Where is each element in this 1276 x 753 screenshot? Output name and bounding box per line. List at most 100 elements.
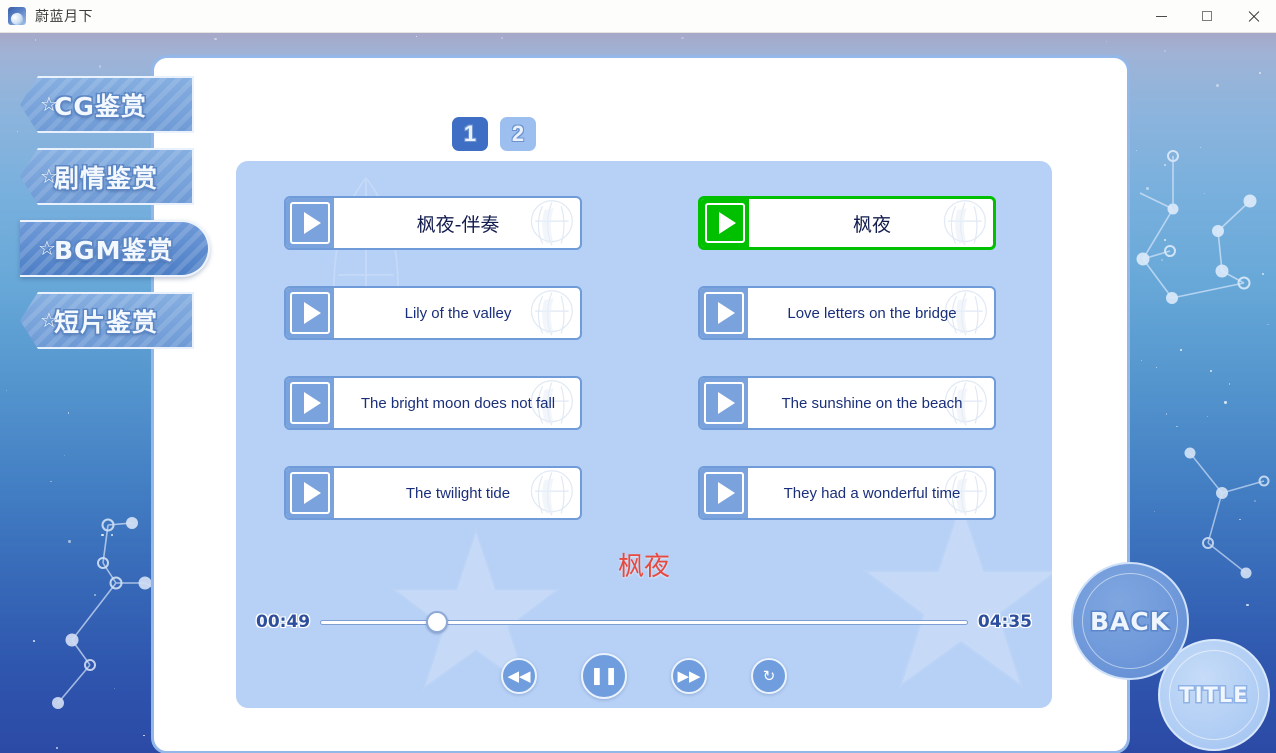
star-dot — [1156, 367, 1158, 369]
window-title: 蔚蓝月下 — [35, 8, 93, 24]
play-triangle-icon — [718, 302, 735, 324]
content-card: 1 2 枫夜-伴奏 枫夜 Lily of the valley Love letter… — [151, 55, 1130, 753]
maximize-icon — [1202, 11, 1212, 21]
pause-button[interactable]: ❚❚ — [581, 653, 627, 699]
star-dot — [1141, 360, 1143, 361]
rewind-button[interactable]: ◀◀ — [501, 658, 537, 694]
star-dot — [415, 36, 417, 38]
sidebar-item-label: 短片鉴赏 — [54, 307, 159, 337]
star-dot — [1165, 412, 1168, 415]
track-item[interactable]: 枫夜-伴奏 — [284, 196, 582, 250]
track-list: 枫夜-伴奏 枫夜 Lily of the valley Love letters on… — [236, 161, 1052, 561]
sidebar-item-label: BGM鉴赏 — [54, 235, 174, 265]
track-title: The twilight tide — [405, 484, 511, 502]
play-icon[interactable] — [701, 199, 751, 247]
track-title: The bright moon does not fall — [360, 394, 556, 412]
close-button[interactable] — [1230, 0, 1276, 33]
star-dot — [1180, 348, 1183, 352]
star-dot — [63, 454, 65, 456]
bgm-player-panel: 枫夜-伴奏 枫夜 Lily of the valley Love letters on… — [236, 161, 1052, 708]
sidebar-item-4[interactable]: ☆ 短片鉴赏 — [20, 292, 194, 349]
track-item[interactable]: The twilight tide — [284, 466, 582, 520]
star-dot — [1164, 49, 1167, 52]
star-dot — [500, 36, 503, 39]
track-item[interactable]: 枫夜 — [698, 196, 996, 250]
track-item[interactable]: Lily of the valley — [284, 286, 582, 340]
play-icon[interactable] — [700, 378, 750, 428]
sidebar-item-3[interactable]: ☆ BGM鉴赏 — [20, 220, 210, 277]
sidebar-item-1[interactable]: ☆ CG鉴赏 — [20, 76, 194, 133]
play-icon[interactable] — [286, 288, 336, 338]
track-item[interactable]: The sunshine on the beach — [698, 376, 996, 430]
star-dot — [214, 38, 217, 41]
play-icon[interactable] — [286, 468, 336, 518]
star-icon: ☆ — [40, 93, 58, 116]
star-dot — [55, 746, 59, 750]
total-time-label: 04:35 — [977, 612, 1032, 632]
constellation-right-icon — [1136, 150, 1257, 304]
track-title: They had a wonderful time — [783, 484, 961, 502]
track-item[interactable]: They had a wonderful time — [698, 466, 996, 520]
play-triangle-icon — [718, 392, 735, 414]
star-dot — [143, 734, 145, 736]
maximize-button[interactable] — [1184, 0, 1230, 33]
seek-thumb[interactable] — [425, 611, 448, 633]
star-dot — [5, 390, 7, 392]
play-triangle-icon — [304, 302, 321, 324]
star-dot — [67, 412, 69, 414]
star-dot — [16, 130, 18, 132]
play-triangle-icon — [718, 482, 735, 504]
app-background: 1 2 枫夜-伴奏 枫夜 Lily of the valley Love letter… — [0, 33, 1276, 753]
star-dot — [98, 65, 102, 68]
repeat-icon: ↻ — [762, 666, 776, 685]
title-button-label: TITLE — [1179, 683, 1249, 707]
star-dot — [1258, 71, 1261, 75]
page-tab-2[interactable]: 2 — [500, 117, 536, 151]
star-icon: ☆ — [40, 309, 58, 332]
play-icon[interactable] — [286, 378, 336, 428]
sidebar-item-label: 剧情鉴赏 — [54, 163, 159, 193]
now-playing-title: 枫夜 — [617, 552, 670, 582]
play-triangle-icon — [304, 212, 321, 234]
track-title: The sunshine on the beach — [781, 394, 963, 412]
back-button-label: BACK — [1089, 606, 1171, 636]
page-tab-1[interactable]: 1 — [452, 117, 488, 151]
seek-slider[interactable] — [320, 611, 968, 633]
rewind-icon: ◀◀ — [507, 666, 531, 685]
sidebar-menu: ☆ CG鉴赏 ☆ 剧情鉴赏 ☆ BGM鉴赏 ☆ 短片鉴赏 — [20, 76, 232, 364]
track-item[interactable]: The bright moon does not fall — [284, 376, 582, 430]
window-controls — [1138, 0, 1276, 33]
app-icon — [8, 7, 26, 25]
sidebar-item-2[interactable]: ☆ 剧情鉴赏 — [20, 148, 194, 205]
play-icon[interactable] — [700, 288, 750, 338]
track-item[interactable]: Love letters on the bridge — [698, 286, 996, 340]
star-dot — [1209, 369, 1212, 373]
star-dot — [34, 39, 37, 41]
star-dot — [1207, 416, 1209, 418]
forward-button[interactable]: ▶▶ — [671, 658, 707, 694]
seek-track[interactable] — [320, 620, 968, 625]
star-dot — [1228, 383, 1231, 386]
play-icon[interactable] — [700, 468, 750, 518]
track-title: 枫夜-伴奏 — [416, 213, 500, 236]
minimize-icon — [1155, 15, 1167, 17]
track-title: Lily of the valley — [404, 304, 512, 322]
star-dot — [1106, 40, 1108, 43]
back-button[interactable]: BACK — [1071, 562, 1189, 680]
star-dot — [1224, 401, 1227, 404]
window-titlebar: 蔚蓝月下 — [0, 0, 1276, 33]
track-title: Love letters on the bridge — [787, 304, 957, 322]
repeat-button[interactable]: ↻ — [751, 658, 787, 694]
play-icon[interactable] — [286, 198, 336, 248]
star-icon: ☆ — [38, 237, 56, 260]
current-time-label: 00:49 — [256, 612, 311, 632]
transport-controls: ◀◀ ❚❚ ▶▶ ↻ — [236, 646, 1052, 706]
minimize-button[interactable] — [1138, 0, 1184, 33]
play-triangle-icon — [304, 482, 321, 504]
star-dot — [1153, 511, 1155, 512]
pause-icon: ❚❚ — [589, 665, 619, 686]
star-icon: ☆ — [40, 165, 58, 188]
pagination-tabs: 1 2 — [452, 117, 536, 151]
star-dot — [681, 36, 684, 40]
play-triangle-icon — [719, 212, 736, 234]
